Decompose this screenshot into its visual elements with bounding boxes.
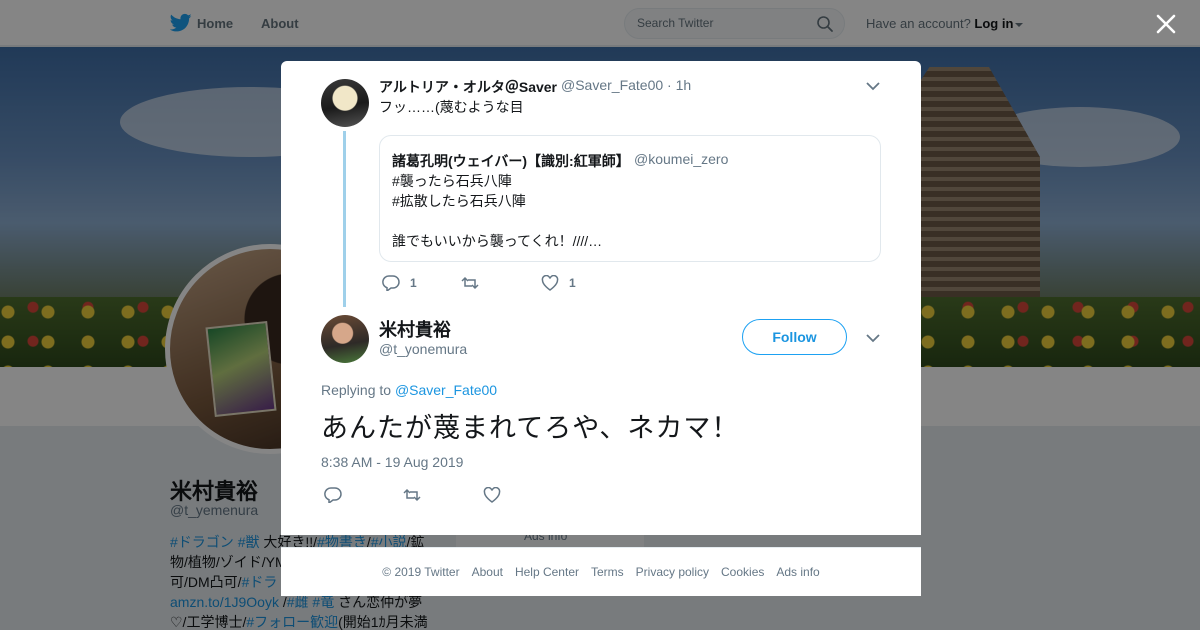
tweet1-retweet-action[interactable] (461, 275, 479, 291)
footer-link-ads-info[interactable]: Ads info (776, 565, 819, 579)
tweet1-like-count: 1 (569, 276, 576, 290)
quoted-tweet-card[interactable]: 諸葛孔明(ウェイバー)【識別:紅軍師】 @koumei_zero #襲ったら石兵… (379, 135, 881, 262)
footer-link-about[interactable]: About (472, 565, 503, 579)
tweet2-like-action[interactable] (483, 487, 501, 503)
footer-link-cookies[interactable]: Cookies (721, 565, 764, 579)
tweet1-avatar[interactable] (321, 79, 369, 127)
replying-to-line: Replying to @Saver_Fate00 (321, 382, 497, 398)
tweet2-author-name[interactable]: 米村貴裕 (379, 316, 451, 342)
replying-to-prefix: Replying to (321, 382, 392, 398)
footer-link-help-center[interactable]: Help Center (515, 565, 579, 579)
like-icon (483, 487, 501, 503)
quoted-text-line: #襲ったら石兵八陣 (392, 173, 512, 189)
reply-icon (382, 275, 400, 291)
tweet1-like-action[interactable]: 1 (541, 275, 576, 291)
tweet2-author-handle[interactable]: @t_yonemura (379, 341, 467, 357)
quoted-text-line: #拡散したら石兵八陣 (392, 193, 526, 209)
tweet-permalink-modal: アルトリア・オルタ＠Saver @Saver_Fate00 · 1h フッ……(… (281, 61, 921, 535)
tweet1-text: フッ……(蔑むような目 (379, 99, 524, 115)
footer-link-terms[interactable]: Terms (591, 565, 624, 579)
tweet1-author-name[interactable]: アルトリア・オルタ＠Saver (379, 77, 557, 97)
tweet2-text: あんたが蔑まれてろや、ネカマ！ (321, 413, 740, 443)
replying-to-handle-link[interactable]: @Saver_Fate00 (395, 382, 497, 398)
retweet-icon (403, 488, 421, 502)
quoted-text-line: 誰でもいいから襲ってくれ！////… (392, 233, 603, 249)
chevron-down-icon[interactable] (866, 81, 880, 91)
like-icon (541, 275, 559, 291)
tweet1-reply-count: 1 (410, 276, 417, 290)
tweet2-retweet-action[interactable] (403, 487, 421, 503)
thread-connector (343, 131, 346, 307)
chevron-down-icon[interactable] (866, 333, 880, 343)
follow-button[interactable]: Follow (742, 319, 847, 355)
footer-link-privacy[interactable]: Privacy policy (636, 565, 709, 579)
tweet1-author-handle[interactable]: @Saver_Fate00 · 1h (561, 77, 691, 93)
tweet1-reply-action[interactable]: 1 (382, 275, 417, 291)
close-icon[interactable] (1154, 12, 1178, 36)
quoted-author-name: 諸葛孔明(ウェイバー)【識別:紅軍師】 (392, 153, 630, 169)
footer-copyright: © 2019 Twitter (382, 565, 460, 579)
modal-footer: © 2019 Twitter About Help Center Terms P… (281, 547, 921, 596)
tweet2-reply-action[interactable] (324, 487, 342, 503)
tweet2-avatar[interactable] (321, 315, 369, 363)
retweet-icon (461, 276, 479, 290)
tweet2-timestamp[interactable]: 8:38 AM - 19 Aug 2019 (321, 454, 463, 470)
reply-icon (324, 487, 342, 503)
quoted-author-handle: @koumei_zero (634, 151, 729, 167)
